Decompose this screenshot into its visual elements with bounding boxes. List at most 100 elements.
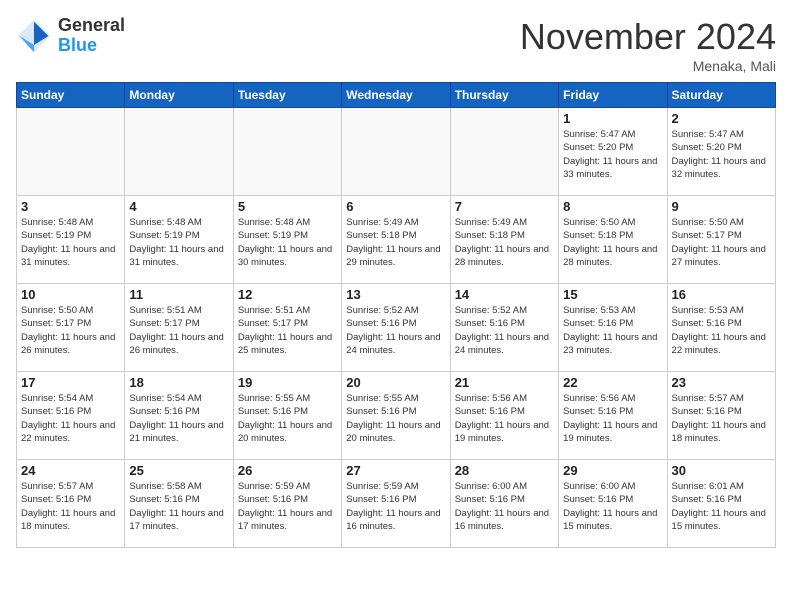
day-number: 11	[129, 287, 228, 302]
day-number: 9	[672, 199, 771, 214]
calendar-cell: 29 Sunrise: 6:00 AM Sunset: 5:16 PM Dayli…	[559, 460, 667, 548]
day-number: 19	[238, 375, 337, 390]
day-info: Sunrise: 5:57 AM Sunset: 5:16 PM Dayligh…	[672, 392, 771, 445]
day-info: Sunrise: 5:55 AM Sunset: 5:16 PM Dayligh…	[346, 392, 445, 445]
calendar-cell: 9Sunrise: 5:50 AM Sunset: 5:17 PM Daylig…	[667, 196, 775, 284]
day-number: 15	[563, 287, 662, 302]
day-number: 30	[672, 463, 771, 478]
calendar-cell: 7 Sunrise: 5:49 AM Sunset: 5:18 PM Daylig…	[450, 196, 558, 284]
day-info: Sunrise: 6:00 AM Sunset: 5:16 PM Dayligh…	[563, 480, 662, 533]
day-info: Sunrise: 5:53 AM Sunset: 5:16 PM Dayligh…	[563, 304, 662, 357]
day-info: Sunrise: 5:49 AM Sunset: 5:18 PM Dayligh…	[346, 216, 445, 269]
calendar-cell	[233, 108, 341, 196]
day-info: Sunrise: 5:53 AM Sunset: 5:16 PM Dayligh…	[672, 304, 771, 357]
calendar-cell: 18 Sunrise: 5:54 AM Sunset: 5:16 PM Dayli…	[125, 372, 233, 460]
calendar-cell: 20 Sunrise: 5:55 AM Sunset: 5:16 PM Dayli…	[342, 372, 450, 460]
day-number: 13	[346, 287, 445, 302]
day-number: 12	[238, 287, 337, 302]
day-info: Sunrise: 5:54 AM Sunset: 5:16 PM Dayligh…	[21, 392, 120, 445]
day-number: 7	[455, 199, 554, 214]
page-header: General Blue November 2024 Menaka, Mali	[16, 16, 776, 74]
month-title: November 2024	[520, 16, 776, 58]
day-info: Sunrise: 5:57 AM Sunset: 5:16 PM Dayligh…	[21, 480, 120, 533]
calendar-cell: 24 Sunrise: 5:57 AM Sunset: 5:16 PM Dayli…	[17, 460, 125, 548]
day-number: 17	[21, 375, 120, 390]
day-info: Sunrise: 5:47 AM Sunset: 5:20 PM Dayligh…	[672, 128, 771, 181]
column-header-thursday: Thursday	[450, 83, 558, 108]
calendar-cell: 30 Sunrise: 6:01 AM Sunset: 5:16 PM Dayli…	[667, 460, 775, 548]
column-header-friday: Friday	[559, 83, 667, 108]
day-info: Sunrise: 5:55 AM Sunset: 5:16 PM Dayligh…	[238, 392, 337, 445]
day-info: Sunrise: 5:54 AM Sunset: 5:16 PM Dayligh…	[129, 392, 228, 445]
day-number: 22	[563, 375, 662, 390]
calendar-cell: 11Sunrise: 5:51 AM Sunset: 5:17 PM Dayli…	[125, 284, 233, 372]
calendar-cell: 2 Sunrise: 5:47 AM Sunset: 5:20 PM Daylig…	[667, 108, 775, 196]
calendar-cell: 5Sunrise: 5:48 AM Sunset: 5:19 PM Daylig…	[233, 196, 341, 284]
calendar-cell: 12 Sunrise: 5:51 AM Sunset: 5:17 PM Dayli…	[233, 284, 341, 372]
calendar-cell: 8 Sunrise: 5:50 AM Sunset: 5:18 PM Daylig…	[559, 196, 667, 284]
day-number: 10	[21, 287, 120, 302]
day-number: 29	[563, 463, 662, 478]
day-info: Sunrise: 5:59 AM Sunset: 5:16 PM Dayligh…	[238, 480, 337, 533]
day-info: Sunrise: 5:49 AM Sunset: 5:18 PM Dayligh…	[455, 216, 554, 269]
day-number: 24	[21, 463, 120, 478]
column-header-wednesday: Wednesday	[342, 83, 450, 108]
calendar-cell: 28 Sunrise: 6:00 AM Sunset: 5:16 PM Dayli…	[450, 460, 558, 548]
calendar-cell: 13Sunrise: 5:52 AM Sunset: 5:16 PM Dayli…	[342, 284, 450, 372]
day-number: 23	[672, 375, 771, 390]
calendar-cell: 10 Sunrise: 5:50 AM Sunset: 5:17 PM Dayli…	[17, 284, 125, 372]
calendar-cell: 22 Sunrise: 5:56 AM Sunset: 5:16 PM Dayli…	[559, 372, 667, 460]
day-info: Sunrise: 5:56 AM Sunset: 5:16 PM Dayligh…	[455, 392, 554, 445]
calendar-cell: 21 Sunrise: 5:56 AM Sunset: 5:16 PM Dayli…	[450, 372, 558, 460]
logo: General Blue	[16, 16, 125, 56]
calendar-week-row: 1Sunrise: 5:47 AM Sunset: 5:20 PM Daylig…	[17, 108, 776, 196]
day-number: 4	[129, 199, 228, 214]
calendar-cell: 17 Sunrise: 5:54 AM Sunset: 5:16 PM Dayli…	[17, 372, 125, 460]
day-info: Sunrise: 5:50 AM Sunset: 5:18 PM Dayligh…	[563, 216, 662, 269]
column-header-monday: Monday	[125, 83, 233, 108]
day-info: Sunrise: 5:47 AM Sunset: 5:20 PM Dayligh…	[563, 128, 662, 181]
calendar-cell	[125, 108, 233, 196]
location: Menaka, Mali	[520, 58, 776, 74]
logo-icon	[16, 18, 52, 54]
calendar-week-row: 3 Sunrise: 5:48 AM Sunset: 5:19 PM Daylig…	[17, 196, 776, 284]
calendar-cell: 23 Sunrise: 5:57 AM Sunset: 5:16 PM Dayli…	[667, 372, 775, 460]
calendar-week-row: 24 Sunrise: 5:57 AM Sunset: 5:16 PM Dayli…	[17, 460, 776, 548]
calendar-cell: 26 Sunrise: 5:59 AM Sunset: 5:16 PM Dayli…	[233, 460, 341, 548]
day-number: 28	[455, 463, 554, 478]
day-number: 21	[455, 375, 554, 390]
calendar-cell: 1Sunrise: 5:47 AM Sunset: 5:20 PM Daylig…	[559, 108, 667, 196]
day-info: Sunrise: 5:56 AM Sunset: 5:16 PM Dayligh…	[563, 392, 662, 445]
day-number: 8	[563, 199, 662, 214]
day-info: Sunrise: 6:00 AM Sunset: 5:16 PM Dayligh…	[455, 480, 554, 533]
calendar-week-row: 17 Sunrise: 5:54 AM Sunset: 5:16 PM Dayli…	[17, 372, 776, 460]
day-number: 18	[129, 375, 228, 390]
calendar-cell: 16Sunrise: 5:53 AM Sunset: 5:16 PM Dayli…	[667, 284, 775, 372]
calendar-week-row: 10 Sunrise: 5:50 AM Sunset: 5:17 PM Dayli…	[17, 284, 776, 372]
day-info: Sunrise: 6:01 AM Sunset: 5:16 PM Dayligh…	[672, 480, 771, 533]
day-number: 6	[346, 199, 445, 214]
calendar-cell: 19 Sunrise: 5:55 AM Sunset: 5:16 PM Dayli…	[233, 372, 341, 460]
day-number: 3	[21, 199, 120, 214]
calendar-cell	[342, 108, 450, 196]
day-number: 5	[238, 199, 337, 214]
day-number: 14	[455, 287, 554, 302]
calendar-cell: 3 Sunrise: 5:48 AM Sunset: 5:19 PM Daylig…	[17, 196, 125, 284]
logo-blue: Blue	[58, 36, 125, 56]
calendar-cell	[17, 108, 125, 196]
calendar-cell: 27Sunrise: 5:59 AM Sunset: 5:16 PM Dayli…	[342, 460, 450, 548]
day-number: 25	[129, 463, 228, 478]
day-number: 2	[672, 111, 771, 126]
day-number: 26	[238, 463, 337, 478]
calendar-cell: 6 Sunrise: 5:49 AM Sunset: 5:18 PM Daylig…	[342, 196, 450, 284]
day-number: 20	[346, 375, 445, 390]
day-info: Sunrise: 5:50 AM Sunset: 5:17 PM Dayligh…	[21, 304, 120, 357]
day-info: Sunrise: 5:48 AM Sunset: 5:19 PM Dayligh…	[21, 216, 120, 269]
column-header-saturday: Saturday	[667, 83, 775, 108]
day-info: Sunrise: 5:51 AM Sunset: 5:17 PM Dayligh…	[238, 304, 337, 357]
calendar-header-row: SundayMondayTuesdayWednesdayThursdayFrid…	[17, 83, 776, 108]
calendar-cell: 14 Sunrise: 5:52 AM Sunset: 5:16 PM Dayli…	[450, 284, 558, 372]
logo-text: General Blue	[58, 16, 125, 56]
day-info: Sunrise: 5:52 AM Sunset: 5:16 PM Dayligh…	[455, 304, 554, 357]
day-info: Sunrise: 5:59 AM Sunset: 5:16 PM Dayligh…	[346, 480, 445, 533]
